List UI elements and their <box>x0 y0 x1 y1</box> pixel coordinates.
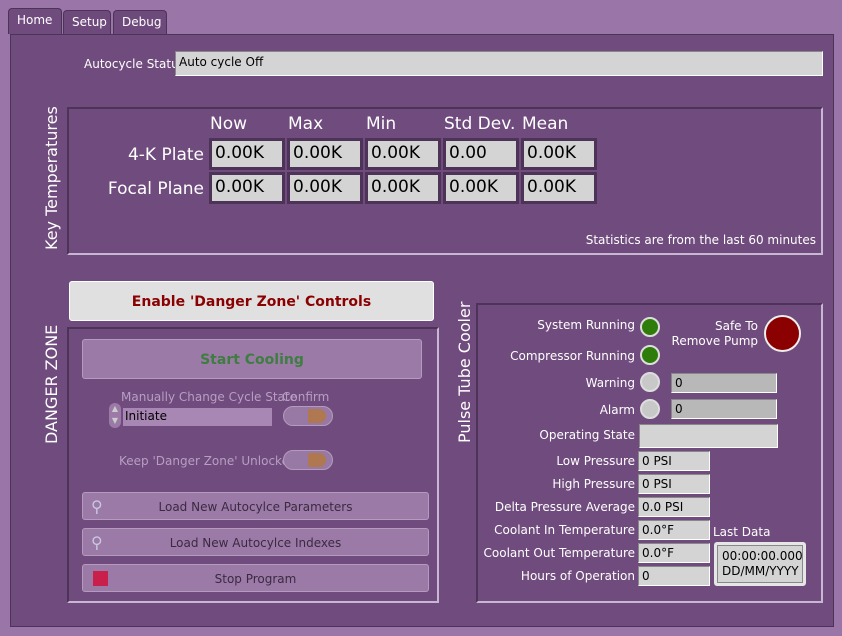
confirm-label: Confirm <box>282 390 330 404</box>
danger-zone-title: DANGER ZONE <box>42 324 61 444</box>
coolant-out-field: 0.0°F <box>638 543 710 563</box>
stop-program-button[interactable]: Stop Program <box>82 564 429 592</box>
operating-state-field <box>639 424 778 448</box>
col-max: Max <box>288 114 324 134</box>
last-data-time: 00:00:00.000 <box>722 549 803 563</box>
tab-home[interactable]: Home <box>8 8 62 34</box>
coolant-out-label: Coolant Out Temperature <box>483 546 635 560</box>
fp-now: 0.00K <box>209 172 285 204</box>
alarm-label: Alarm <box>599 403 635 417</box>
high-pressure-field: 0 PSI <box>638 474 710 494</box>
cycle-state-label: Manually Change Cycle State <box>121 390 297 404</box>
row-label-4k-plate: 4-K Plate <box>127 145 204 165</box>
coolant-in-field: 0.0°F <box>638 520 710 540</box>
operating-state-label: Operating State <box>539 428 635 442</box>
statistics-note: Statistics are from the last 60 minutes <box>585 233 816 247</box>
warning-led <box>640 372 660 392</box>
col-now: Now <box>210 114 248 134</box>
autocycle-status-field: Auto cycle Off <box>175 51 823 76</box>
col-min: Min <box>366 114 397 134</box>
last-data-label: Last Data <box>713 525 771 539</box>
cycle-state-stepper[interactable]: ▲ ▼ <box>109 403 121 428</box>
key-temperatures-title: Key Temperatures <box>42 106 61 250</box>
warning-label: Warning <box>585 376 635 390</box>
fp-mean: 0.00K <box>521 172 597 204</box>
delta-pressure-field: 0.0 PSI <box>638 497 710 517</box>
4k-now: 0.00K <box>209 138 285 170</box>
safe-to-remove-pump-led <box>764 315 801 352</box>
4k-min: 0.00K <box>365 138 441 170</box>
tab-setup[interactable]: Setup <box>63 10 111 34</box>
load-parameters-label: Load New Autocylce Parameters <box>158 500 353 514</box>
last-data-date: DD/MM/YYYY <box>722 564 799 578</box>
magnifier-icon: ⚲ <box>91 533 103 552</box>
compressor-running-led <box>640 345 660 365</box>
low-pressure-label: Low Pressure <box>556 454 635 468</box>
coolant-in-label: Coolant In Temperature <box>494 523 635 537</box>
keep-unlocked-toggle[interactable] <box>283 450 333 470</box>
magnifier-icon: ⚲ <box>91 497 103 516</box>
confirm-toggle[interactable] <box>283 406 333 426</box>
row-label-focal-plane: Focal Plane <box>107 179 204 199</box>
hours-field: 0 <box>638 566 710 586</box>
compressor-running-label: Compressor Running <box>510 349 635 363</box>
tab-debug[interactable]: Debug <box>113 10 167 34</box>
start-cooling-button[interactable]: Start Cooling <box>82 339 422 379</box>
system-running-led <box>640 317 660 337</box>
safe-label-2: Remove Pump <box>671 334 758 348</box>
col-std-dev: Std Dev. <box>444 114 516 134</box>
hours-label: Hours of Operation <box>520 569 635 583</box>
alarm-field: 0 <box>671 399 777 419</box>
system-running-label: System Running <box>537 318 635 332</box>
fp-max: 0.00K <box>287 172 363 204</box>
4k-mean: 0.00K <box>521 138 597 170</box>
4k-max: 0.00K <box>287 138 363 170</box>
stop-icon <box>93 571 108 586</box>
enable-danger-zone-button[interactable]: Enable 'Danger Zone' Controls <box>69 281 434 321</box>
fp-min: 0.00K <box>365 172 441 204</box>
load-indexes-label: Load New Autocylce Indexes <box>169 536 342 550</box>
high-pressure-label: High Pressure <box>552 477 635 491</box>
autocycle-status-label: Autocycle Status <box>84 57 185 71</box>
last-data-display: 00:00:00.000 DD/MM/YYYY <box>714 542 806 586</box>
warning-field: 0 <box>671 373 777 393</box>
safe-label-1: Safe To <box>714 319 758 333</box>
keep-unlocked-label: Keep 'Danger Zone' Unlocked <box>119 454 297 468</box>
load-indexes-button[interactable]: ⚲ Load New Autocylce Indexes <box>82 528 429 556</box>
4k-std: 0.00 <box>443 138 519 170</box>
col-mean: Mean <box>522 114 569 134</box>
stop-program-label: Stop Program <box>214 572 297 586</box>
cycle-state-field[interactable]: Initiate <box>123 408 272 426</box>
alarm-led <box>640 399 660 419</box>
fp-std: 0.00K <box>443 172 519 204</box>
pulse-tube-title: Pulse Tube Cooler <box>455 301 474 443</box>
load-parameters-button[interactable]: ⚲ Load New Autocylce Parameters <box>82 492 429 520</box>
low-pressure-field: 0 PSI <box>638 451 710 471</box>
delta-pressure-label: Delta Pressure Average <box>494 500 635 514</box>
